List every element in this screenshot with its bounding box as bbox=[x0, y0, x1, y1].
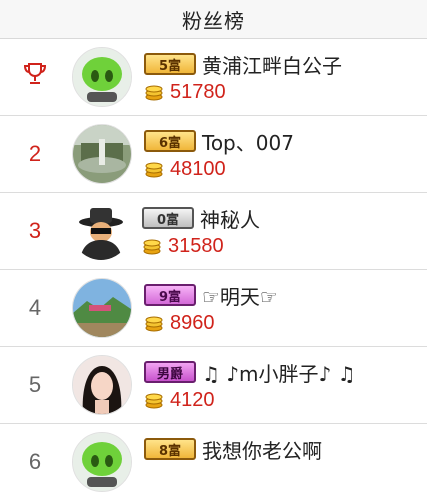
user-name: 我想你老公啊 bbox=[202, 438, 322, 463]
mystery-hat-avatar-icon bbox=[72, 202, 130, 260]
rank-trophy bbox=[0, 61, 70, 93]
rank-number: 5 bbox=[28, 372, 42, 397]
list-item[interactable]: 4 9富 ☞明天☞ 8960 bbox=[0, 270, 427, 347]
list-item[interactable]: 2 6富 Top、007 48100 bbox=[0, 116, 427, 193]
avatar[interactable] bbox=[72, 124, 132, 184]
list-item[interactable]: 3 0富 神秘人 31580 bbox=[0, 193, 427, 270]
rank-number: 4 bbox=[28, 295, 42, 320]
score-value: 31580 bbox=[168, 234, 224, 257]
user-name: ☞明天☞ bbox=[202, 284, 278, 309]
green-alien-avatar-icon bbox=[73, 433, 131, 491]
rank-number: 6 bbox=[28, 449, 42, 474]
wealth-level-badge: 9富 bbox=[144, 284, 196, 306]
score-value: 8960 bbox=[170, 311, 215, 334]
avatar[interactable] bbox=[72, 202, 130, 260]
wealth-level-badge: 0富 bbox=[142, 207, 194, 229]
wealth-level-badge: 5富 bbox=[144, 53, 196, 75]
list-item[interactable]: 5 男爵 ♫ ♪m小胖子♪ ♫ 4120 bbox=[0, 347, 427, 424]
coin-icon bbox=[145, 316, 163, 332]
user-name: 黄浦江畔白公子 bbox=[202, 53, 342, 78]
avatar[interactable] bbox=[72, 432, 132, 492]
user-name: Top、007 bbox=[202, 130, 294, 155]
user-name: 神秘人 bbox=[200, 207, 260, 232]
page-title: 粉丝榜 bbox=[182, 8, 245, 33]
coin-icon bbox=[145, 162, 163, 178]
avatar[interactable] bbox=[72, 47, 132, 107]
score-value: 48100 bbox=[170, 157, 226, 180]
coin-icon bbox=[145, 393, 163, 409]
wealth-level-badge: 6富 bbox=[144, 130, 196, 152]
list-item[interactable]: 5富 黄浦江畔白公子 51780 bbox=[0, 39, 427, 116]
list-item[interactable]: 6 8富 我想你老公啊 bbox=[0, 424, 427, 500]
rank-number: 2 bbox=[28, 141, 42, 166]
score-value: 4120 bbox=[170, 388, 215, 411]
rank-number: 3 bbox=[28, 218, 42, 243]
top-bar: 粉丝榜 bbox=[0, 0, 427, 39]
coin-icon bbox=[145, 85, 163, 101]
fountain-photo-avatar-icon bbox=[73, 125, 131, 183]
score-value: 51780 bbox=[170, 80, 226, 103]
landscape-photo-avatar-icon bbox=[73, 279, 131, 337]
girl-photo-avatar-icon bbox=[73, 356, 131, 414]
green-alien-avatar-icon bbox=[73, 48, 131, 106]
avatar[interactable] bbox=[72, 355, 132, 415]
avatar[interactable] bbox=[72, 278, 132, 338]
trophy-icon bbox=[23, 63, 47, 84]
coin-icon bbox=[143, 239, 161, 255]
fan-ranking-list: 5富 黄浦江畔白公子 51780 2 6富 Top、007 48100 3 0富… bbox=[0, 39, 427, 500]
user-name: ♫ ♪m小胖子♪ ♫ bbox=[202, 361, 356, 386]
wealth-level-badge: 8富 bbox=[144, 438, 196, 460]
noble-title-badge: 男爵 bbox=[144, 361, 196, 383]
